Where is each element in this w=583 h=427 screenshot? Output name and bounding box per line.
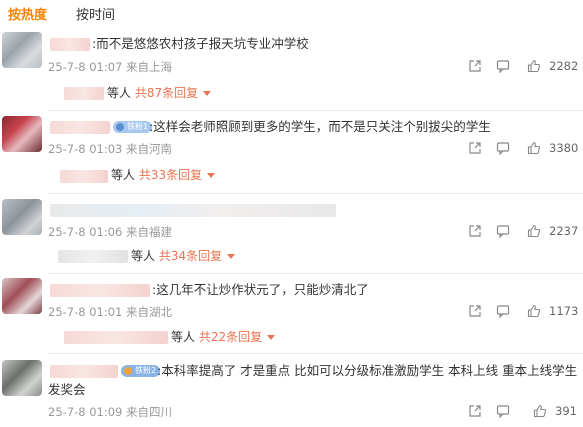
replies-link[interactable]: 等人 共34条回复 <box>131 247 236 264</box>
username-blurred[interactable] <box>50 284 150 297</box>
like-icon[interactable] <box>527 224 541 238</box>
comment-text: :这几年不让炒作状元了，只能炒清北了 <box>152 282 369 297</box>
like-count: 2282 <box>549 59 579 73</box>
reply-users-blurred <box>60 170 108 183</box>
comment-meta: 25-7-8 01:07 来自上海 <box>48 60 173 74</box>
chevron-down-icon <box>203 91 212 96</box>
comment-text: :本科率提高了 才是重点 比如可以分级标准激励学生 本科上线 重本上线学生 <box>157 363 578 378</box>
username-blurred[interactable] <box>50 121 110 134</box>
comment-meta: 25-7-8 01:03 来自河南 <box>48 142 173 156</box>
avatar[interactable] <box>2 278 42 314</box>
tab-hot[interactable]: 按热度 <box>8 4 47 23</box>
username-blurred[interactable] <box>50 38 90 51</box>
comment-text-continued: 发奖会 <box>48 382 86 397</box>
sort-tabs: 按热度 按时间 <box>0 0 583 28</box>
comment-text: :这样会老师照顾到更多的学生，而不是只关注个别拔尖的学生 <box>149 119 491 134</box>
comment-icon[interactable] <box>496 224 510 238</box>
like-icon[interactable] <box>527 59 541 73</box>
avatar[interactable] <box>2 32 42 68</box>
fan-badge: 铁粉1 <box>113 121 153 133</box>
comment-meta: 25-7-8 01:06 来自福建 <box>48 225 173 239</box>
reply-users-blurred <box>64 87 104 100</box>
replies-link[interactable]: 等人 共87条回复 <box>107 84 212 101</box>
divider <box>48 193 583 194</box>
replies-link[interactable]: 等人 共33条回复 <box>111 166 216 183</box>
comment-icon[interactable] <box>496 59 510 73</box>
comment-icon[interactable] <box>496 304 510 318</box>
comment-text: :而不是悠悠农村孩子报天坑专业冲学校 <box>92 36 309 51</box>
comment-icon[interactable] <box>496 141 510 155</box>
like-count: 1173 <box>549 304 579 318</box>
share-icon[interactable] <box>468 141 482 155</box>
chevron-down-icon <box>227 254 236 259</box>
comment-text-blurred <box>50 204 336 217</box>
divider <box>48 110 583 111</box>
like-count: 3380 <box>549 141 579 155</box>
replies-link[interactable]: 等人 共22条回复 <box>171 328 276 345</box>
comment-icon[interactable] <box>496 404 510 418</box>
reply-users-blurred <box>64 331 168 344</box>
tab-time[interactable]: 按时间 <box>76 4 115 23</box>
chevron-down-icon <box>267 335 276 340</box>
chevron-down-icon <box>207 173 216 178</box>
username-blurred[interactable] <box>50 365 118 378</box>
like-icon[interactable] <box>527 304 541 318</box>
like-icon[interactable] <box>533 404 547 418</box>
divider <box>48 353 583 354</box>
like-count: 2237 <box>549 224 579 238</box>
like-icon[interactable] <box>527 141 541 155</box>
fan-badge-icon <box>124 367 132 375</box>
divider <box>48 273 583 274</box>
reply-users-blurred <box>58 250 128 263</box>
avatar[interactable] <box>2 116 42 152</box>
share-icon[interactable] <box>468 224 482 238</box>
fan-badge-icon <box>116 123 124 131</box>
fan-badge: 铁粉2 <box>121 365 161 377</box>
share-icon[interactable] <box>468 304 482 318</box>
like-count: 391 <box>555 404 577 418</box>
avatar[interactable] <box>2 199 42 235</box>
avatar[interactable] <box>2 360 42 396</box>
share-icon[interactable] <box>468 404 482 418</box>
comment-meta: 25-7-8 01:09 来自四川 <box>48 405 173 419</box>
comment-meta: 25-7-8 01:01 来自湖北 <box>48 305 173 319</box>
share-icon[interactable] <box>468 59 482 73</box>
